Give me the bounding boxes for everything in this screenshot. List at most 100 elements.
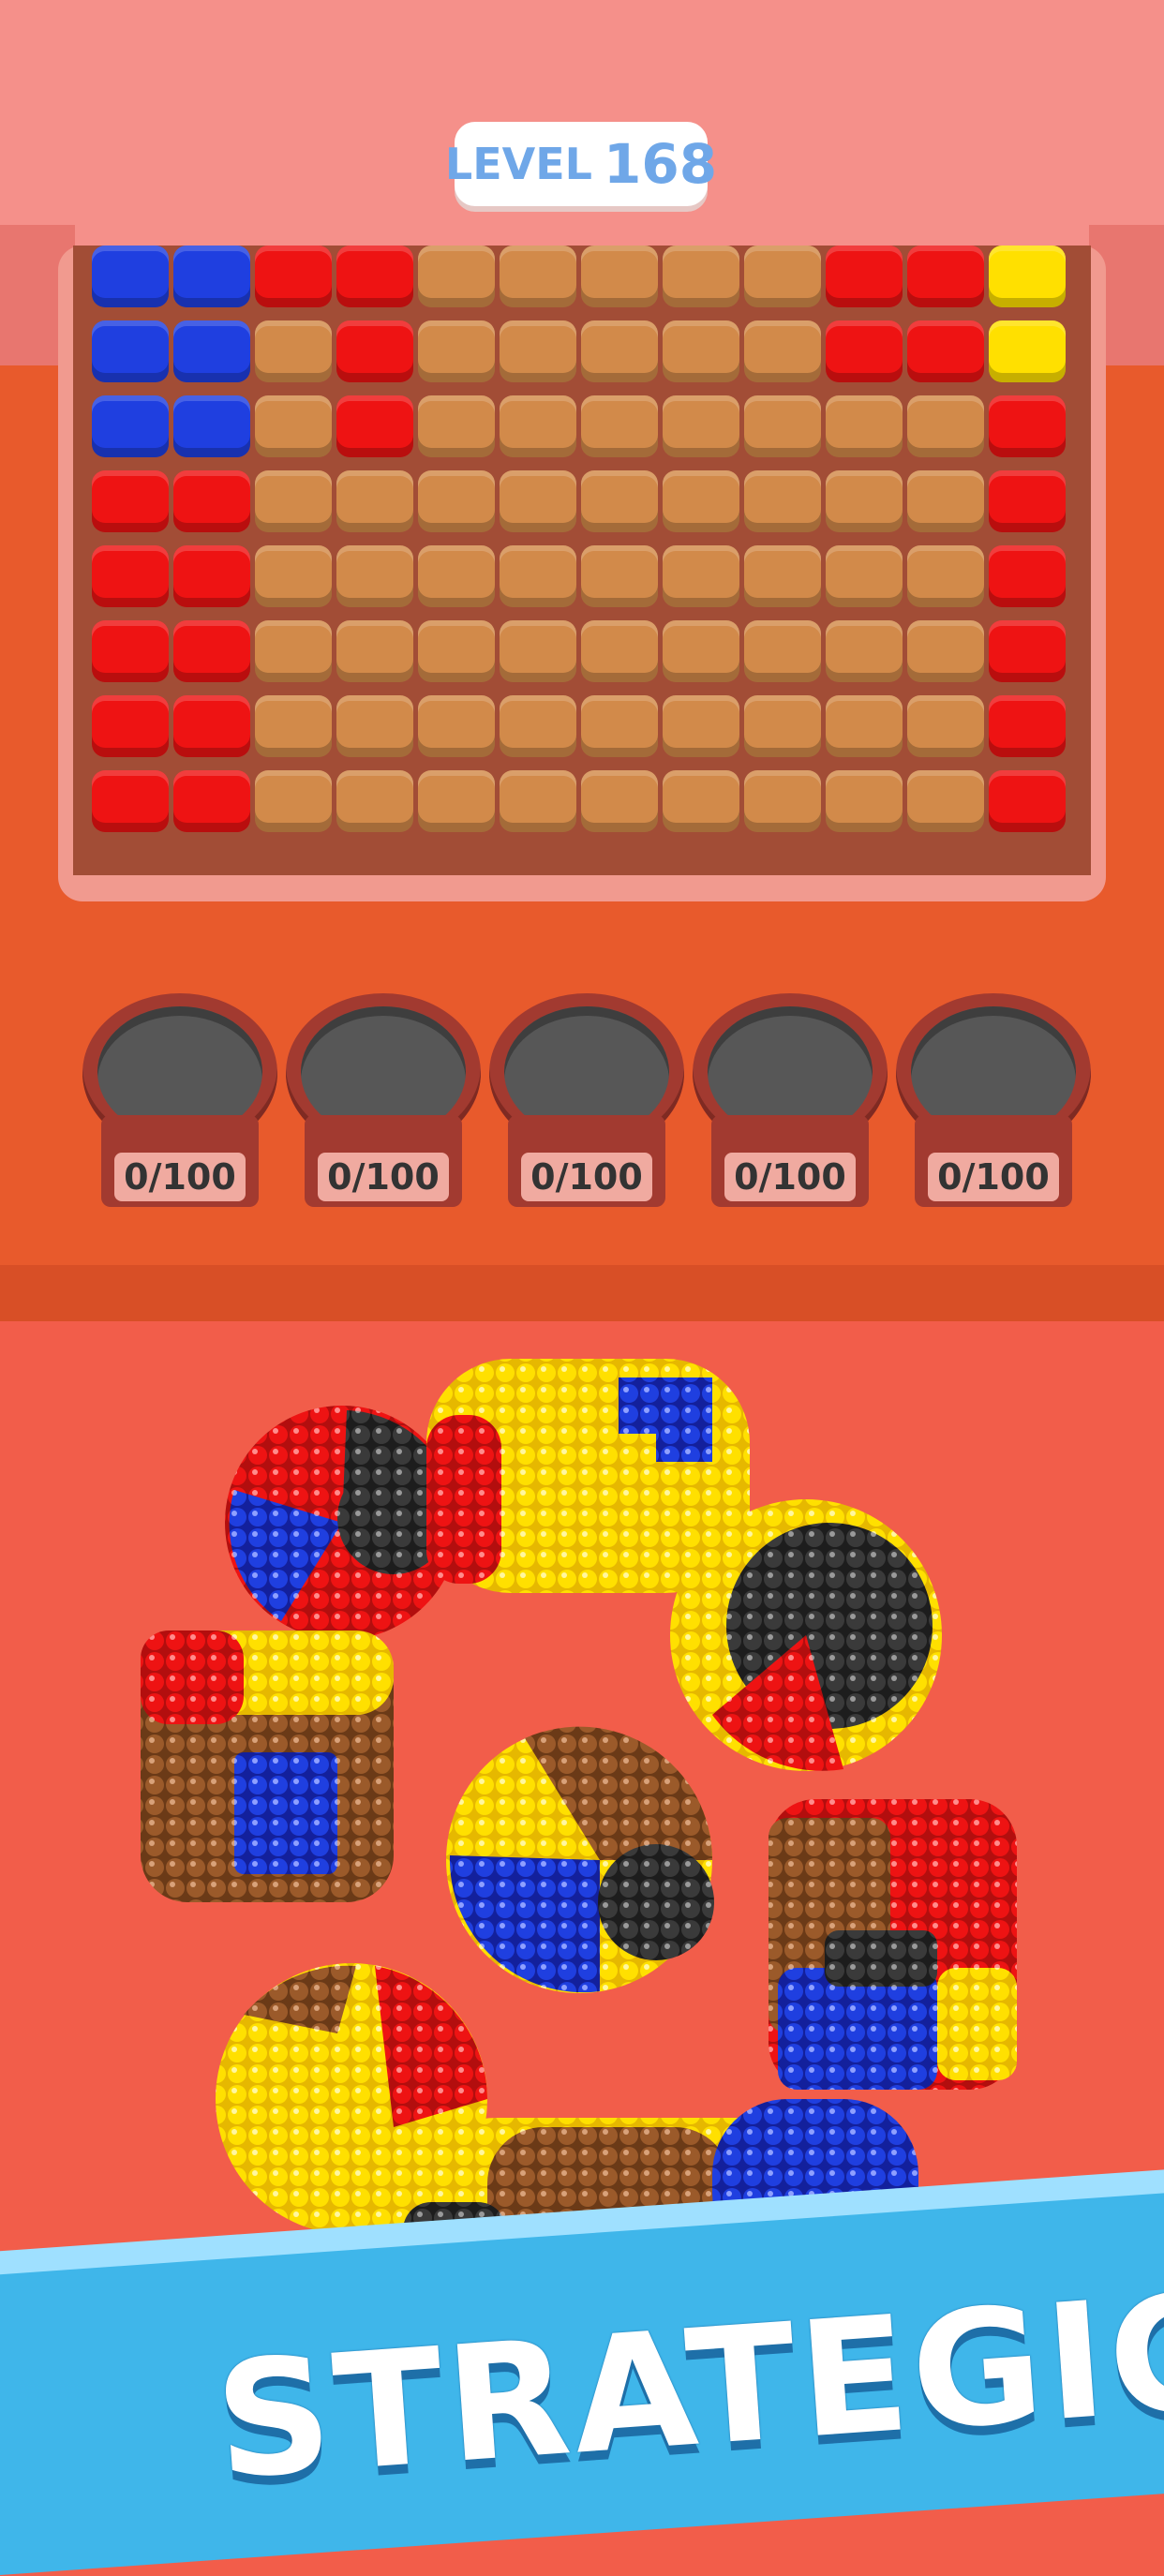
block-cube[interactable] [255,620,332,682]
collector-slot-5[interactable]: 0/100 [896,993,1091,1228]
block-cube[interactable] [418,246,495,307]
block-cube[interactable] [663,320,739,382]
block-cube[interactable] [826,470,903,532]
collector-slot-4[interactable]: 0/100 [693,993,888,1228]
block-cube[interactable] [581,770,658,832]
block-cube[interactable] [581,395,658,457]
block-cube[interactable] [907,395,984,457]
block-cube[interactable] [907,770,984,832]
block-cube[interactable] [255,395,332,457]
block-cube[interactable] [92,470,169,532]
block-cube[interactable] [500,246,576,307]
block-cube[interactable] [418,770,495,832]
block-cube[interactable] [744,545,821,607]
block-cube[interactable] [173,395,250,457]
block-cube[interactable] [826,395,903,457]
block-cube[interactable] [173,470,250,532]
block-cube[interactable] [581,695,658,757]
block-cube[interactable] [336,395,413,457]
block-cube[interactable] [255,545,332,607]
block-cube[interactable] [744,695,821,757]
block-cube[interactable] [826,620,903,682]
block-cube[interactable] [500,470,576,532]
collector-slot-3[interactable]: 0/100 [489,993,684,1228]
block-cube[interactable] [255,320,332,382]
block-cube[interactable] [92,246,169,307]
block-cube[interactable] [418,545,495,607]
block-cube[interactable] [744,770,821,832]
block-cube[interactable] [336,320,413,382]
block-cube[interactable] [907,320,984,382]
block-cube[interactable] [336,770,413,832]
block-cube[interactable] [418,695,495,757]
block-cube[interactable] [989,545,1066,607]
block-cube[interactable] [907,695,984,757]
block-cube[interactable] [989,246,1066,307]
block-cube[interactable] [663,545,739,607]
block-cube[interactable] [581,470,658,532]
block-cube[interactable] [663,470,739,532]
block-cube[interactable] [255,246,332,307]
block-cube[interactable] [663,695,739,757]
block-cube[interactable] [336,246,413,307]
block-cube[interactable] [826,320,903,382]
block-cube[interactable] [92,545,169,607]
block-cube[interactable] [500,320,576,382]
block-cube[interactable] [907,545,984,607]
block-cube[interactable] [581,246,658,307]
block-cube[interactable] [581,320,658,382]
block-cube[interactable] [255,695,332,757]
block-cube[interactable] [826,545,903,607]
block-cube[interactable] [418,620,495,682]
block-cube[interactable] [500,620,576,682]
block-cube[interactable] [255,470,332,532]
block-cube[interactable] [418,470,495,532]
block-cube[interactable] [744,320,821,382]
block-cube[interactable] [663,620,739,682]
block-cube[interactable] [826,246,903,307]
block-cube[interactable] [989,470,1066,532]
block-cube[interactable] [173,320,250,382]
block-cube[interactable] [826,770,903,832]
block-cube[interactable] [989,320,1066,382]
block-cube[interactable] [500,770,576,832]
block-cube[interactable] [92,695,169,757]
block-cube[interactable] [255,770,332,832]
block-cube[interactable] [336,545,413,607]
block-cube[interactable] [173,545,250,607]
block-cube[interactable] [173,770,250,832]
block-cube[interactable] [663,770,739,832]
collector-slot-2[interactable]: 0/100 [286,993,481,1228]
block-cube[interactable] [581,545,658,607]
block-cube[interactable] [907,246,984,307]
block-cube[interactable] [500,395,576,457]
block-cube[interactable] [500,545,576,607]
block-cube[interactable] [989,770,1066,832]
block-cube[interactable] [173,620,250,682]
block-cube[interactable] [989,695,1066,757]
block-cube[interactable] [744,246,821,307]
block-cube[interactable] [663,246,739,307]
block-cube[interactable] [744,620,821,682]
block-cube[interactable] [744,395,821,457]
block-cube[interactable] [663,395,739,457]
block-cube[interactable] [92,395,169,457]
block-cube[interactable] [989,620,1066,682]
block-cube[interactable] [173,695,250,757]
block-cube[interactable] [336,470,413,532]
block-cube[interactable] [418,320,495,382]
block-cube[interactable] [500,695,576,757]
block-cube[interactable] [92,770,169,832]
collector-slot-1[interactable]: 0/100 [82,993,277,1228]
block-cube[interactable] [826,695,903,757]
block-cube[interactable] [418,395,495,457]
block-cube[interactable] [336,695,413,757]
block-cube[interactable] [92,620,169,682]
block-cube[interactable] [744,470,821,532]
block-cube[interactable] [336,620,413,682]
block-cube[interactable] [173,246,250,307]
block-cube[interactable] [907,470,984,532]
block-cube[interactable] [907,620,984,682]
block-cube[interactable] [989,395,1066,457]
block-cube[interactable] [581,620,658,682]
